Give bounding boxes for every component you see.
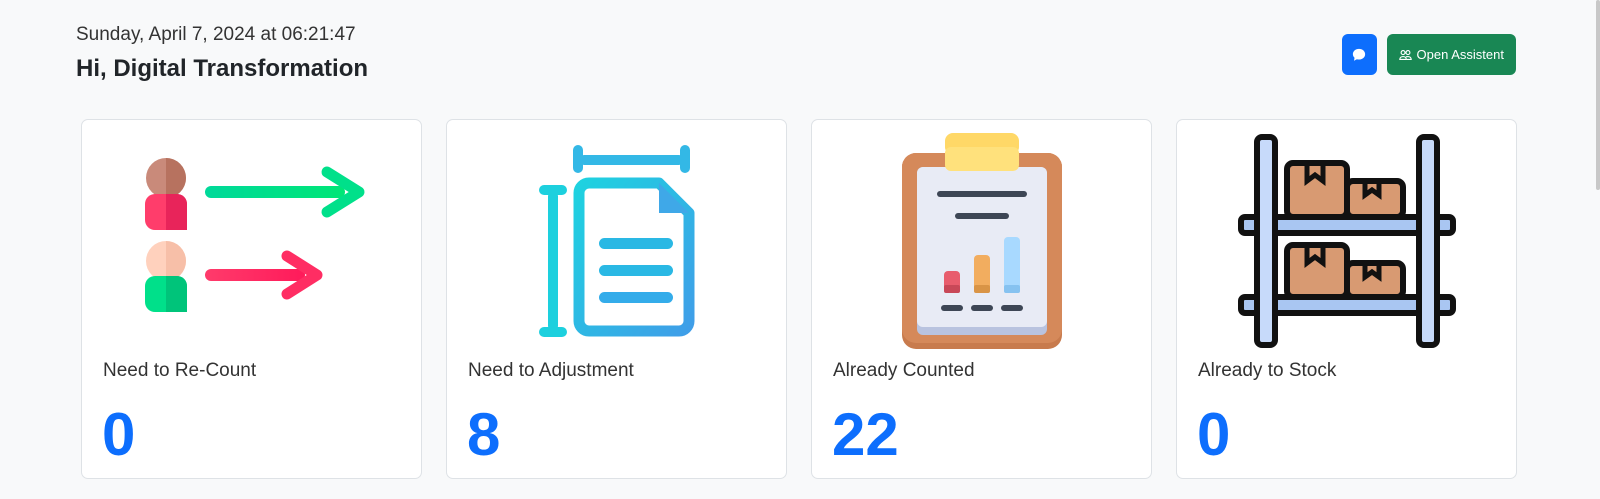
card-label: Need to Adjustment xyxy=(468,360,634,381)
card-value: 0 xyxy=(102,401,136,468)
card-already-to-stock[interactable]: Already to Stock 0 xyxy=(1176,119,1517,479)
current-datetime: Sunday, April 7, 2024 at 06:21:47 xyxy=(76,24,356,45)
page-header: Sunday, April 7, 2024 at 06:21:47 Hi, Di… xyxy=(76,22,368,84)
recount-people-arrows-icon xyxy=(82,128,421,353)
summary-cards: Need to Re-Count 0 Need to Adjustment 8 … xyxy=(81,119,1517,479)
card-need-adjustment[interactable]: Need to Adjustment 8 xyxy=(446,119,787,479)
chat-icon xyxy=(1352,48,1366,61)
shelf-boxes-icon xyxy=(1177,128,1516,353)
header-actions: Open Assistent xyxy=(1341,34,1516,75)
open-assistant-button[interactable]: Open Assistent xyxy=(1386,34,1516,75)
card-label: Need to Re-Count xyxy=(103,360,257,381)
card-value: 22 xyxy=(832,401,899,468)
page-scrollbar[interactable] xyxy=(1596,0,1600,190)
chat-button[interactable] xyxy=(1341,34,1377,75)
card-label: Already Counted xyxy=(833,360,975,381)
people-icon xyxy=(1398,49,1412,60)
card-value: 0 xyxy=(1197,401,1231,468)
document-adjustment-icon xyxy=(447,128,786,353)
greeting-title: Hi, Digital Transformation xyxy=(76,55,369,82)
card-need-recount[interactable]: Need to Re-Count 0 xyxy=(81,119,422,479)
clipboard-chart-icon xyxy=(812,128,1151,353)
card-already-counted[interactable]: Already Counted 22 xyxy=(811,119,1152,479)
card-label: Already to Stock xyxy=(1198,360,1337,381)
open-assistant-label: Open Assistent xyxy=(1416,47,1504,62)
card-value: 8 xyxy=(467,401,501,468)
